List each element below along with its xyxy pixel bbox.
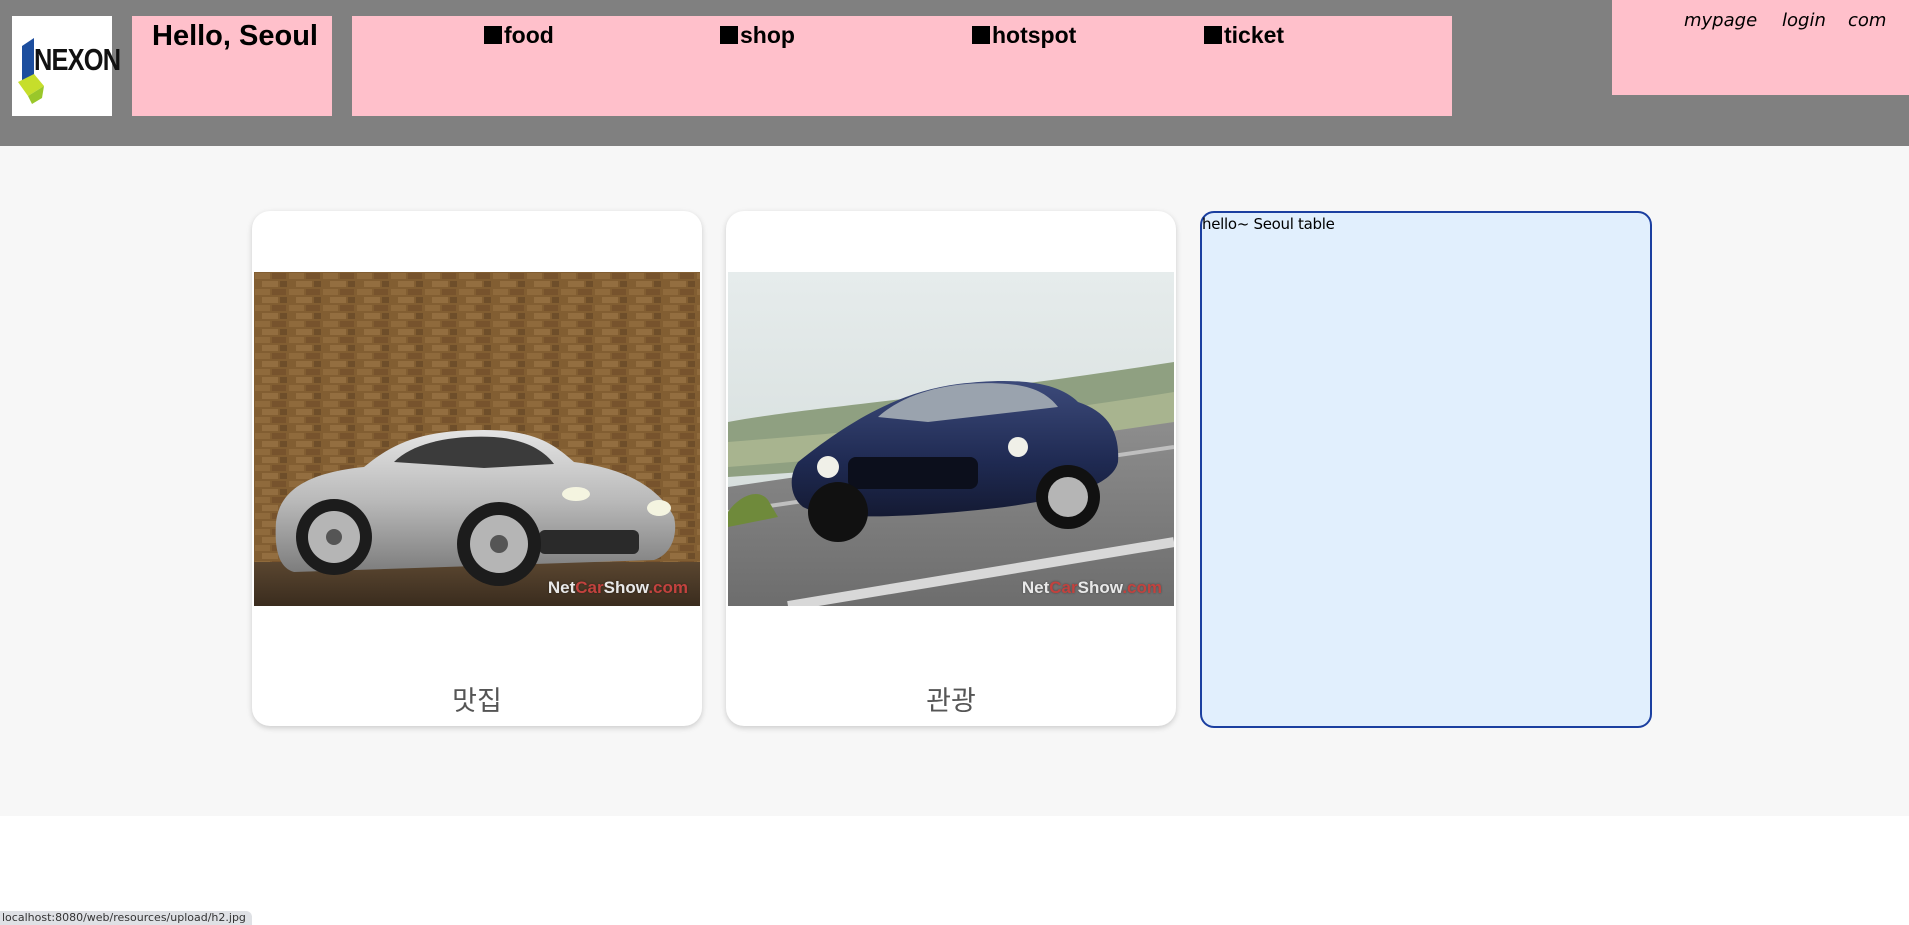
square-bullet-icon xyxy=(484,26,502,44)
square-bullet-icon xyxy=(1204,26,1222,44)
nav-item-label: shop xyxy=(740,21,795,48)
top-header: NEXON Hello, Seoul food shop hotspot tic… xyxy=(0,0,1909,146)
seoul-table-panel: hello~ Seoul table xyxy=(1200,211,1652,728)
nav-item-label: ticket xyxy=(1224,21,1285,48)
nav-item-food[interactable]: food xyxy=(484,20,554,50)
nav-item-label: food xyxy=(504,21,554,48)
card-tour[interactable]: NetCarShow.com 관광 xyxy=(726,211,1176,726)
square-bullet-icon xyxy=(720,26,738,44)
photo-watermark: NetCarShow.com xyxy=(547,578,688,597)
main-nav: food shop hotspot ticket xyxy=(352,16,1452,116)
logo[interactable]: NEXON xyxy=(12,16,121,116)
login-link[interactable]: login xyxy=(1782,10,1826,31)
blue-car-photo: NetCarShow.com xyxy=(728,272,1174,606)
nav-item-ticket[interactable]: ticket xyxy=(1204,20,1284,50)
nav-item-hotspot[interactable]: hotspot xyxy=(972,20,1076,50)
status-bar-url: localhost:8080/web/resources/upload/h2.j… xyxy=(0,911,252,925)
logo-text: NEXON xyxy=(34,42,121,77)
nav-item-label: hotspot xyxy=(992,21,1077,48)
greeting-title: Hello, Seoul xyxy=(152,20,318,52)
mypage-link[interactable]: mypage xyxy=(1684,10,1757,31)
table-panel-label: hello~ Seoul table xyxy=(1202,215,1335,233)
card-caption: 맛집 xyxy=(452,686,502,717)
silver-car-photo: NetCarShow.com xyxy=(254,272,700,606)
car-image-icon xyxy=(728,272,1174,606)
card-food[interactable]: NetCarShow.com 맛집 xyxy=(252,211,702,726)
com-link[interactable]: com xyxy=(1848,10,1886,31)
nav-item-shop[interactable]: shop xyxy=(720,20,795,50)
content-area: NetCarShow.com 맛집 NetCarShow.com 관광 hell… xyxy=(0,146,1909,816)
square-bullet-icon xyxy=(972,26,990,44)
car-image-icon xyxy=(254,272,700,606)
card-caption: 관광 xyxy=(926,686,976,717)
photo-watermark: NetCarShow.com xyxy=(1021,578,1162,597)
account-panel: mypage login com xyxy=(1612,0,1909,95)
greeting-panel: Hello, Seoul xyxy=(132,16,332,116)
